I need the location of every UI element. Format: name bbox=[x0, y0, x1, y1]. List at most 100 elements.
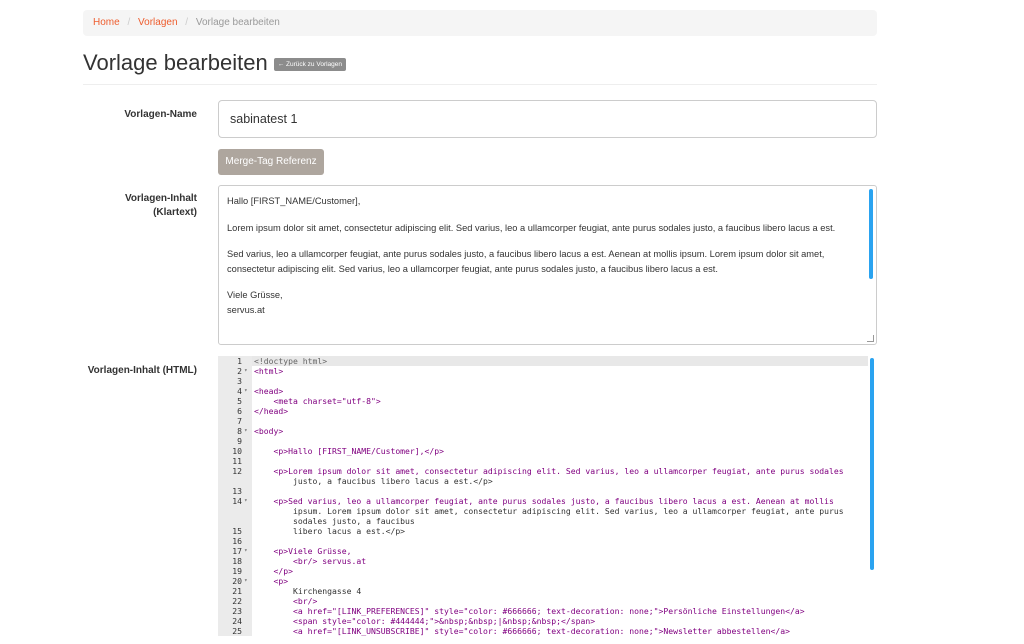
line-number: 3 bbox=[237, 376, 242, 386]
code-text: <p>Sed varius, leo a ullamcorper feugiat… bbox=[254, 496, 834, 506]
code-text: ipsum. Lorem ipsum dolor sit amet, conse… bbox=[254, 506, 844, 516]
merge-tag-reference-button[interactable]: Merge-Tag Referenz bbox=[218, 149, 324, 175]
fold-arrow-icon[interactable] bbox=[242, 616, 252, 626]
fold-arrow-icon[interactable]: ▾ bbox=[242, 576, 252, 586]
editor-scrollbar[interactable] bbox=[870, 358, 874, 570]
fold-arrow-icon[interactable] bbox=[242, 436, 252, 446]
fold-arrow-icon[interactable]: ▾ bbox=[242, 496, 252, 506]
code-line: 23 <a href="[LINK_PREFERENCES]" style="c… bbox=[218, 606, 877, 616]
fold-arrow-icon[interactable]: ▾ bbox=[242, 426, 252, 436]
template-name-label: Vorlagen-Name bbox=[124, 109, 197, 120]
code-text: <a href="[LINK_PREFERENCES]" style="colo… bbox=[254, 606, 805, 616]
line-number bbox=[218, 506, 242, 516]
code-text: <br/> bbox=[254, 596, 318, 606]
fold-arrow-icon[interactable] bbox=[242, 586, 252, 596]
code-line: 5 <meta charset="utf-8"> bbox=[218, 396, 877, 406]
fold-arrow-icon[interactable] bbox=[242, 376, 252, 386]
code-line: 16 bbox=[218, 536, 877, 546]
line-number: 24 bbox=[232, 616, 242, 626]
fold-arrow-icon[interactable] bbox=[242, 416, 252, 426]
fold-arrow-icon[interactable] bbox=[242, 516, 252, 526]
breadcrumb: Home / Vorlagen / Vorlage bearbeiten bbox=[83, 10, 877, 36]
code-text: </p> bbox=[254, 566, 293, 576]
fold-arrow-icon[interactable] bbox=[242, 476, 252, 486]
line-number: 19 bbox=[232, 566, 242, 576]
code-line: 3 bbox=[218, 376, 877, 386]
code-line: 14 ▾ <p>Sed varius, leo a ullamcorper feu… bbox=[218, 496, 877, 506]
code-line: 13 bbox=[218, 486, 877, 496]
breadcrumb-separator: / bbox=[127, 17, 131, 28]
line-number: 9 bbox=[237, 436, 242, 446]
line-number: 17 bbox=[232, 546, 242, 556]
code-lines: 1 <!doctype html> 2 ▾ <html> 3 4 ▾ <head> 5 <meta… bbox=[218, 356, 877, 636]
fold-arrow-icon[interactable] bbox=[242, 466, 252, 476]
fold-arrow-icon[interactable]: ▾ bbox=[242, 386, 252, 396]
code-line: 10 <p>Hallo [FIRST_NAME/Customer],</p> bbox=[218, 446, 877, 456]
code-text: <head> bbox=[254, 386, 284, 396]
line-number: 13 bbox=[232, 486, 242, 496]
fold-arrow-icon[interactable] bbox=[242, 506, 252, 516]
line-number: 6 bbox=[237, 406, 242, 416]
fold-arrow-icon[interactable] bbox=[242, 606, 252, 616]
textarea-scrollbar[interactable] bbox=[869, 189, 873, 279]
fold-arrow-icon[interactable] bbox=[242, 486, 252, 496]
breadcrumb-templates-link[interactable]: Vorlagen bbox=[138, 17, 177, 28]
line-number: 12 bbox=[232, 466, 242, 476]
fold-arrow-icon[interactable] bbox=[242, 536, 252, 546]
code-line: 11 bbox=[218, 456, 877, 466]
plain-content-textarea[interactable]: Hallo [FIRST_NAME/Customer], Lorem ipsum… bbox=[218, 185, 877, 345]
html-code-editor[interactable]: 1 <!doctype html> 2 ▾ <html> 3 4 ▾ <head> 5 <meta… bbox=[218, 356, 877, 636]
fold-arrow-icon[interactable] bbox=[242, 406, 252, 416]
code-text: <p> bbox=[254, 576, 289, 586]
fold-arrow-icon[interactable] bbox=[242, 526, 252, 536]
back-to-templates-button[interactable]: ← Zurück zu Vorlagen bbox=[273, 58, 347, 71]
line-number: 18 bbox=[232, 556, 242, 566]
line-number: 23 bbox=[232, 606, 242, 616]
fold-arrow-icon[interactable]: ▾ bbox=[242, 366, 252, 376]
plain-paragraph: servus.at bbox=[227, 304, 265, 315]
resize-grip-icon[interactable] bbox=[867, 335, 874, 342]
title-row: Vorlage bearbeiten ← Zurück zu Vorlagen bbox=[83, 50, 347, 76]
fold-arrow-icon[interactable] bbox=[242, 566, 252, 576]
divider bbox=[83, 84, 877, 85]
line-number: 15 bbox=[232, 526, 242, 536]
template-name-input[interactable]: sabinatest 1 bbox=[218, 100, 877, 138]
html-content-label: Vorlagen-Inhalt (HTML) bbox=[87, 365, 197, 376]
code-line: 8 ▾ <body> bbox=[218, 426, 877, 436]
fold-arrow-icon[interactable] bbox=[242, 596, 252, 606]
code-line: justo, a faucibus libero lacus a est.</p… bbox=[218, 476, 877, 486]
fold-arrow-icon[interactable] bbox=[242, 396, 252, 406]
line-number: 7 bbox=[237, 416, 242, 426]
code-line: 25 <a href="[LINK_UNSUBSCRIBE]" style="c… bbox=[218, 626, 877, 636]
code-line: 21 Kirchengasse 4 bbox=[218, 586, 877, 596]
code-line: 22 <br/> bbox=[218, 596, 877, 606]
fold-arrow-icon[interactable] bbox=[242, 356, 252, 366]
line-number: 2 bbox=[237, 366, 242, 376]
fold-arrow-icon[interactable]: ▾ bbox=[242, 546, 252, 556]
code-line: 7 bbox=[218, 416, 877, 426]
line-number: 20 bbox=[232, 576, 242, 586]
plain-paragraph: Hallo [FIRST_NAME/Customer], bbox=[227, 196, 361, 206]
fold-arrow-icon[interactable] bbox=[242, 626, 252, 636]
fold-arrow-icon[interactable] bbox=[242, 556, 252, 566]
code-text: <p>Lorem ipsum dolor sit amet, consectet… bbox=[254, 466, 844, 476]
code-line: 12 <p>Lorem ipsum dolor sit amet, consec… bbox=[218, 466, 877, 476]
line-number: 21 bbox=[232, 586, 242, 596]
fold-arrow-icon[interactable] bbox=[242, 456, 252, 466]
code-text: <meta charset="utf-8"> bbox=[254, 396, 381, 406]
breadcrumb-home-link[interactable]: Home bbox=[93, 17, 120, 28]
code-line: 4 ▾ <head> bbox=[218, 386, 877, 396]
plain-paragraph: Sed varius, leo a ullamcorper feugiat, a… bbox=[227, 249, 825, 274]
code-line: 6 </head> bbox=[218, 406, 877, 416]
plain-paragraph: Lorem ipsum dolor sit amet, consectetur … bbox=[227, 222, 836, 233]
code-text: </head> bbox=[254, 406, 289, 416]
line-number: 22 bbox=[232, 596, 242, 606]
code-text: <p>Hallo [FIRST_NAME/Customer],</p> bbox=[254, 446, 445, 456]
code-text: justo, a faucibus libero lacus a est.</p… bbox=[254, 476, 493, 486]
code-line: sodales justo, a faucibus bbox=[218, 516, 877, 526]
fold-arrow-icon[interactable] bbox=[242, 446, 252, 456]
